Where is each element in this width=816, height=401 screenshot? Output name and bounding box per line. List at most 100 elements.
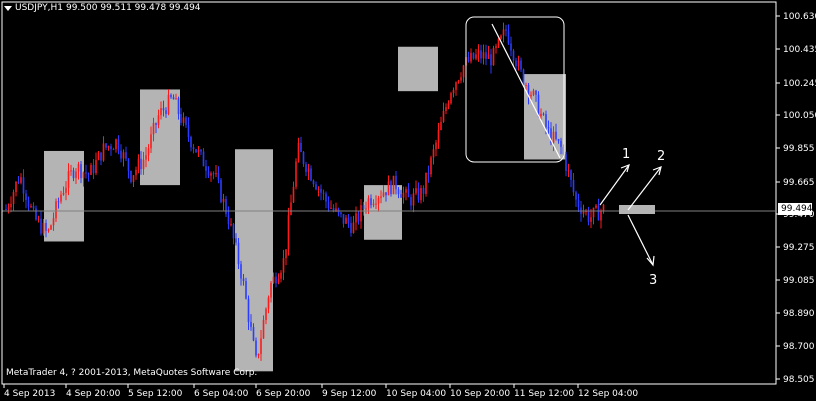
candle-body <box>545 114 547 128</box>
candle-body <box>87 173 90 175</box>
candle <box>95 152 97 176</box>
candle <box>425 172 427 197</box>
candle <box>565 151 567 177</box>
candle <box>432 144 435 165</box>
candle-body <box>52 218 55 226</box>
candle-body <box>165 110 167 114</box>
candle <box>302 150 305 167</box>
candle-body <box>170 94 172 98</box>
projection-box[interactable] <box>619 205 655 214</box>
candle-body <box>447 103 450 108</box>
candle <box>300 136 302 153</box>
time-tick: 10 Sep 20:00 <box>450 389 510 399</box>
candle-body <box>127 158 130 171</box>
candle-body <box>32 206 35 209</box>
candle <box>297 137 300 163</box>
candle <box>107 145 110 151</box>
candle-body <box>20 177 22 183</box>
candle-body <box>372 203 375 206</box>
projection-arrows[interactable] <box>599 164 662 267</box>
candle <box>462 64 465 83</box>
candle-body <box>327 201 330 209</box>
highlight-zone[interactable] <box>398 46 438 92</box>
candle-body <box>467 57 470 62</box>
candle <box>507 24 510 45</box>
candle-body <box>62 192 65 195</box>
candle-body <box>167 94 170 114</box>
candle <box>12 189 15 211</box>
candle-body <box>482 52 485 59</box>
candle <box>7 203 10 214</box>
candle-body <box>142 159 145 170</box>
candle-body <box>132 175 135 182</box>
candle-body <box>160 108 162 116</box>
candle-body <box>120 150 122 159</box>
candle-body <box>35 208 37 220</box>
candle <box>355 206 357 231</box>
candle-body <box>547 127 550 129</box>
candle-body <box>487 54 490 59</box>
candle-body <box>347 217 350 224</box>
candle <box>122 149 125 167</box>
candle-body <box>517 60 520 67</box>
candle <box>110 143 112 156</box>
candle-body <box>430 157 432 175</box>
candle-body <box>592 207 595 218</box>
candle-body <box>330 207 332 209</box>
candle <box>27 196 30 212</box>
candle <box>317 186 320 197</box>
candle-body <box>350 223 352 233</box>
chevron-down-icon[interactable] <box>4 5 12 11</box>
price-tick: 99.665 <box>783 178 815 188</box>
chart-plot-area[interactable]: 1 2 3 100.630 100.435 100.245 100.050 99… <box>0 0 816 401</box>
candle-body <box>130 170 132 182</box>
candle-body <box>425 172 427 194</box>
candle-body <box>337 208 340 213</box>
candle-body <box>115 139 117 150</box>
candle-body <box>300 142 302 153</box>
candle-body <box>572 179 575 193</box>
candle-body <box>200 149 202 152</box>
candle-body <box>137 158 140 170</box>
symbol-header[interactable]: USDJPY,H1 99.500 99.511 99.478 99.494 <box>4 2 201 14</box>
chart-window[interactable]: 1 2 3 100.630 100.435 100.245 100.050 99… <box>0 0 816 401</box>
candle <box>5 204 7 211</box>
candle-body <box>70 170 72 172</box>
highlight-zone[interactable] <box>524 74 566 160</box>
candle-body <box>530 94 532 97</box>
candle <box>407 183 410 198</box>
candle <box>445 103 447 115</box>
candle <box>192 143 195 154</box>
candle <box>357 210 360 225</box>
candle-body <box>275 276 277 284</box>
candle-body <box>27 200 30 207</box>
candle <box>30 203 32 209</box>
candle <box>232 222 235 245</box>
candle <box>490 48 492 74</box>
symbol-label: USDJPY,H1 <box>15 3 63 13</box>
candle-body <box>65 187 67 193</box>
candle-body <box>402 192 405 198</box>
candle <box>485 44 487 66</box>
candle-body <box>202 151 205 167</box>
candle <box>32 202 35 211</box>
current-price-label: 99.494 <box>778 203 813 215</box>
candle-body <box>507 30 510 44</box>
candle-body <box>212 173 215 175</box>
candle-body <box>267 297 270 309</box>
candle-body <box>180 114 182 123</box>
candle-body <box>77 164 80 172</box>
candle <box>180 107 182 126</box>
candle-body <box>220 179 222 203</box>
candle <box>510 36 512 57</box>
candle-body <box>217 173 220 180</box>
candle-body <box>520 60 522 70</box>
candle-body <box>510 43 512 51</box>
candle-body <box>257 353 260 356</box>
candle-body <box>182 117 185 123</box>
candle-body <box>567 170 570 172</box>
highlight-zone[interactable] <box>140 89 180 186</box>
candle <box>207 166 210 179</box>
candle-body <box>305 164 307 172</box>
candle-body <box>40 218 42 234</box>
